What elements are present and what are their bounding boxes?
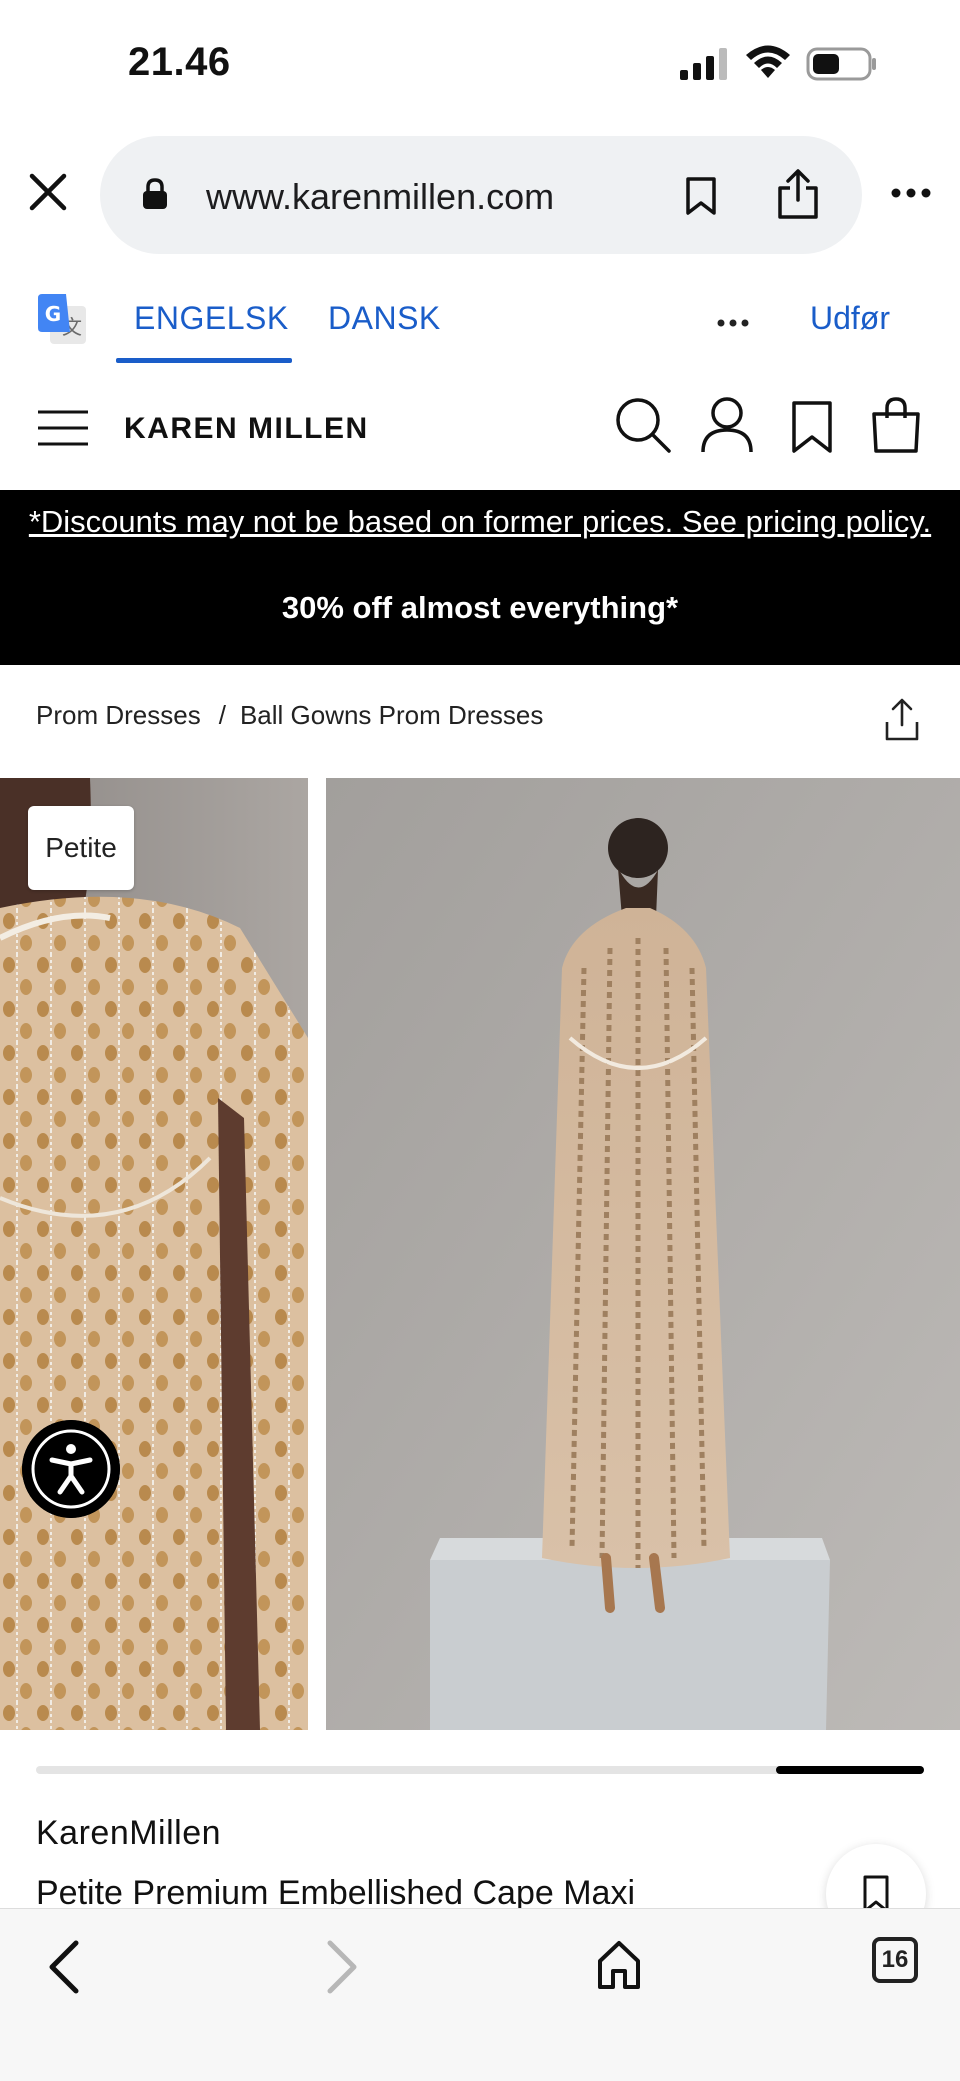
status-bar: 21.46 — [0, 0, 960, 130]
google-translate-icon[interactable]: 文 G — [36, 294, 88, 346]
battery-icon — [806, 47, 876, 81]
breadcrumb-separator: / — [218, 700, 226, 730]
search-icon[interactable] — [614, 396, 672, 454]
petite-badge: Petite — [28, 806, 134, 890]
breadcrumb: Prom Dresses / Ball Gowns Prom Dresses — [36, 700, 557, 731]
translate-action-button[interactable]: Udfør — [810, 300, 890, 337]
wifi-icon — [746, 45, 790, 78]
promo-offer-text: 30% off almost everything* — [281, 590, 679, 625]
url-text[interactable]: www.karenmillen.com — [206, 176, 554, 218]
more-horizontal-icon[interactable] — [716, 318, 750, 328]
close-icon[interactable] — [24, 168, 72, 216]
model-back-illustration — [326, 778, 960, 1730]
tab-engelsk[interactable]: ENGELSK — [134, 300, 289, 337]
hamburger-menu-icon[interactable] — [36, 408, 90, 448]
product-gallery[interactable]: Petite — [0, 778, 960, 1730]
translate-bar: 文 G ENGELSK DANSK Udfør — [0, 270, 960, 366]
product-image-detail[interactable]: Petite — [0, 778, 308, 1730]
tab-dansk[interactable]: DANSK — [328, 300, 441, 337]
breadcrumb-item-prom-dresses[interactable]: Prom Dresses — [36, 700, 201, 730]
browser-address-row: www.karenmillen.com — [0, 130, 960, 260]
chevron-left-icon[interactable] — [44, 1939, 84, 1995]
accessibility-icon[interactable] — [22, 1420, 120, 1518]
lock-icon — [143, 178, 167, 209]
tab-switcher-button[interactable]: 16 — [872, 1937, 918, 1983]
promo-banner: *Discounts may not be based on former pr… — [0, 490, 960, 665]
browser-bottom-bar: 16 — [0, 1908, 960, 2081]
svg-text:G: G — [45, 302, 61, 326]
pricing-policy-link[interactable]: *Discounts may not be based on former pr… — [0, 504, 960, 540]
active-tab-indicator — [116, 358, 292, 363]
gallery-scroll-indicator[interactable] — [776, 1766, 924, 1774]
shopping-bag-icon[interactable] — [870, 396, 922, 454]
wishlist-icon[interactable] — [790, 400, 834, 454]
share-icon[interactable] — [884, 698, 920, 742]
chevron-right-icon[interactable] — [322, 1939, 362, 1995]
dress-detail-illustration — [0, 778, 308, 1730]
product-image-back[interactable] — [326, 778, 960, 1730]
product-name: Petite Premium Embellished Cape Maxi — [36, 1874, 636, 1910]
more-icon[interactable] — [890, 186, 932, 200]
site-logo[interactable]: KAREN MILLEN — [124, 412, 369, 446]
cellular-signal-icon — [680, 48, 727, 80]
share-icon[interactable] — [776, 168, 820, 220]
home-icon[interactable] — [596, 1939, 642, 1991]
address-bar[interactable]: www.karenmillen.com — [100, 136, 862, 254]
breadcrumb-item-ball-gowns[interactable]: Ball Gowns Prom Dresses — [240, 700, 543, 730]
status-time: 21.46 — [128, 40, 231, 84]
site-header: KAREN MILLEN — [0, 380, 960, 490]
bookmark-icon[interactable] — [684, 176, 718, 216]
account-icon[interactable] — [700, 396, 754, 454]
product-brand: KarenMillen — [36, 1814, 222, 1852]
